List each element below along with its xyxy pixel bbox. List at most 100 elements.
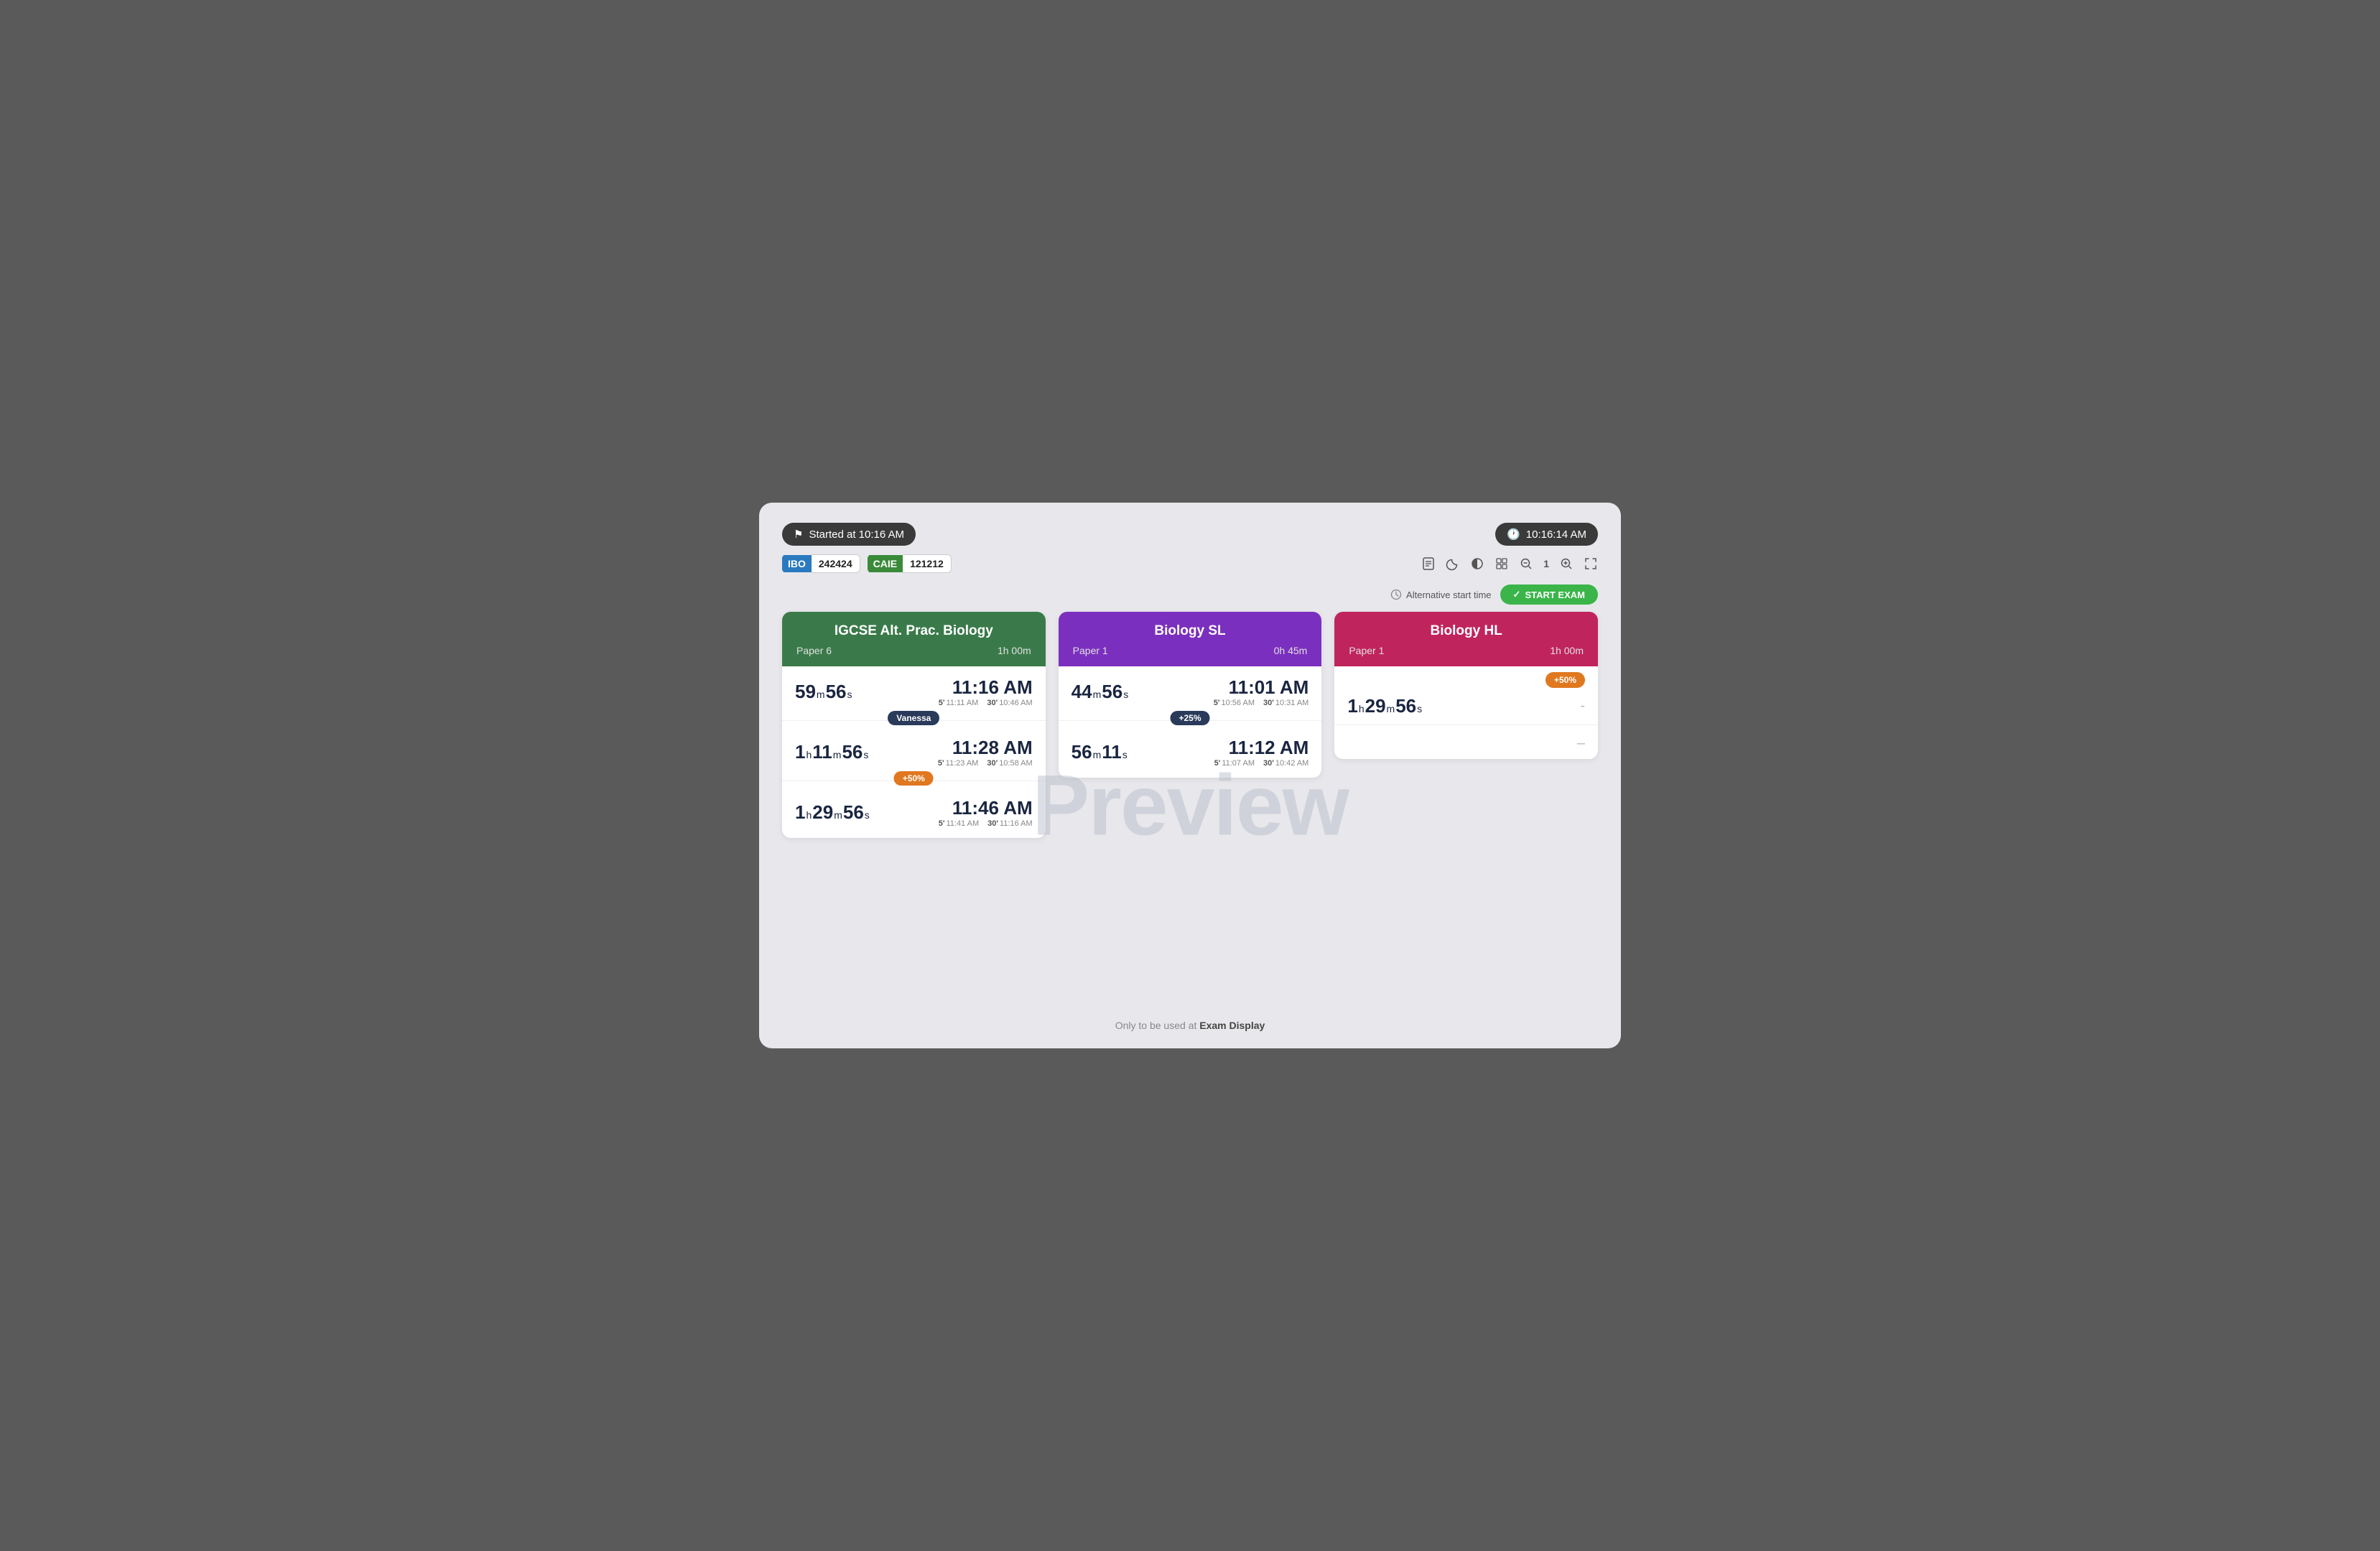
sl-t1-m: 44 <box>1072 681 1092 703</box>
alt-start-row: Alternative start time ✓ START EXAM <box>782 584 1598 605</box>
zoom-in-icon[interactable] <box>1559 556 1574 571</box>
hl-dash-1: - <box>1580 698 1585 714</box>
vanessa-badge: Vanessa <box>888 711 939 725</box>
sl-endtime-2: 11:12 AM <box>1214 737 1309 759</box>
zoom-level: 1 <box>1543 558 1549 569</box>
t1-sec: 56 <box>826 681 847 703</box>
hl-paper: Paper 1 <box>1349 645 1384 656</box>
igcse-card: IGCSE Alt. Prac. Biology Paper 6 1h 00m … <box>782 612 1046 838</box>
igcse-endtime-3: 11:46 AM <box>939 797 1033 819</box>
clock-label: 10:16:14 AM <box>1526 528 1586 541</box>
t3-s: 56 <box>843 801 864 824</box>
sl-row-2: +25% 56m 11s 11:12 AM 5'11:07 AM 30'10:4… <box>1059 721 1322 778</box>
sl-endsub-1: 5'10:56 AM 30'10:31 AM <box>1214 699 1309 707</box>
footer: Only to be used at Exam Display <box>782 998 1598 1031</box>
igcse-body: 59m 56s 11:16 AM 5'11:11 AM 30'10:46 AM … <box>782 666 1046 838</box>
igcse-endsub-2: 5'11:23 AM 30'10:58 AM <box>938 759 1033 768</box>
footer-brand: Exam Display <box>1199 1020 1265 1031</box>
footer-text: Only to be used at <box>1115 1020 1200 1031</box>
tags-row: IBO 242424 CAIE 121212 1 <box>782 554 1598 573</box>
igcse-endtime-2: 11:28 AM <box>938 737 1033 759</box>
igcse-endsub-3: 5'11:41 AM 30'11:16 AM <box>939 819 1033 828</box>
igcse-end-1: 11:16 AM 5'11:11 AM 30'10:46 AM <box>939 676 1033 707</box>
sl-time-1: 44m 56s <box>1072 681 1129 703</box>
alt-clock-icon <box>1390 589 1402 600</box>
plus50-badge-hl: +50% <box>1545 672 1585 688</box>
sl-duration: 0h 45m <box>1274 645 1308 656</box>
ibo-tag: IBO 242424 <box>782 554 860 573</box>
sl-end-2: 11:12 AM 5'11:07 AM 30'10:42 AM <box>1214 737 1309 768</box>
app-container: ⚑ Started at 10:16 AM 🕐 10:16:14 AM IBO … <box>759 503 1621 1048</box>
hl-title: Biology HL <box>1349 623 1584 639</box>
start-exam-label: START EXAM <box>1525 590 1585 600</box>
sl-t2-m: 56 <box>1072 741 1092 763</box>
hl-s: 56 <box>1395 695 1416 717</box>
toolbar-icons: 1 <box>1421 556 1598 571</box>
start-exam-icon: ✓ <box>1513 589 1521 600</box>
clock-icon: 🕐 <box>1507 528 1520 541</box>
t3-h: 1 <box>795 801 805 824</box>
biology-hl-card: Biology HL Paper 1 1h 00m +50% 1h 29m 56… <box>1334 612 1598 759</box>
caie-value: 121212 <box>903 554 952 573</box>
sl-paper: Paper 1 <box>1073 645 1108 656</box>
started-label: Started at 10:16 AM <box>809 528 904 541</box>
hl-dash-2: – <box>1577 735 1585 752</box>
t2-m: 11 <box>812 741 832 763</box>
igcse-paper: Paper 6 <box>796 645 832 656</box>
ibo-label: IBO <box>782 555 812 572</box>
sl-title: Biology SL <box>1073 623 1308 639</box>
notes-icon[interactable] <box>1421 556 1436 571</box>
plus25-badge: +25% <box>1170 711 1209 725</box>
moon-icon[interactable] <box>1446 556 1460 571</box>
sl-endtime-1: 11:01 AM <box>1214 676 1309 699</box>
igcse-row-3: +50% 1h 29m 56s 11:46 AM 5'11:41 AM 30'1… <box>782 781 1046 838</box>
sl-t1-s: 56 <box>1102 681 1122 703</box>
ibo-value: 242424 <box>812 554 860 573</box>
caie-label: CAIE <box>868 555 903 572</box>
sl-meta: Paper 1 0h 45m <box>1073 645 1308 661</box>
alt-start-text: Alternative start time <box>1406 590 1492 600</box>
igcse-duration: 1h 00m <box>998 645 1031 656</box>
t1-min: 59 <box>795 681 816 703</box>
fullscreen-icon[interactable] <box>1584 556 1598 571</box>
igcse-endtime-1: 11:16 AM <box>939 676 1033 699</box>
hl-time-main: 1h 29m 56s <box>1347 695 1422 717</box>
grid-icon[interactable] <box>1495 556 1509 571</box>
igcse-time-3: 1h 29m 56s <box>795 801 870 824</box>
start-exam-button[interactable]: ✓ START EXAM <box>1500 584 1598 605</box>
hl-body: +50% 1h 29m 56s - – <box>1334 666 1598 759</box>
sl-t2-s: 11 <box>1102 741 1122 763</box>
hl-duration: 1h 00m <box>1550 645 1584 656</box>
sl-time-2: 56m 11s <box>1072 741 1128 763</box>
caie-tag: CAIE 121212 <box>868 554 952 573</box>
sl-card-header: Biology SL Paper 1 0h 45m <box>1059 612 1322 666</box>
hl-meta: Paper 1 1h 00m <box>1349 645 1584 661</box>
igcse-end-3: 11:46 AM 5'11:41 AM 30'11:16 AM <box>939 797 1033 828</box>
tags-left: IBO 242424 CAIE 121212 <box>782 554 952 573</box>
igcse-meta: Paper 6 1h 00m <box>796 645 1031 661</box>
t2-h: 1 <box>795 741 805 763</box>
hl-badge-row: +50% <box>1334 666 1598 688</box>
zoom-out-icon[interactable] <box>1519 556 1533 571</box>
sl-end-1: 11:01 AM 5'10:56 AM 30'10:31 AM <box>1214 676 1309 707</box>
hl-time-row: 1h 29m 56s - <box>1334 688 1598 725</box>
hl-card-header: Biology HL Paper 1 1h 00m <box>1334 612 1598 666</box>
started-badge: ⚑ Started at 10:16 AM <box>782 523 916 546</box>
plus50-badge-igcse: +50% <box>894 771 934 786</box>
igcse-card-header: IGCSE Alt. Prac. Biology Paper 6 1h 00m <box>782 612 1046 666</box>
alt-start-label: Alternative start time <box>1390 589 1492 600</box>
biology-sl-card: Biology SL Paper 1 0h 45m 44m 56s 11:01 … <box>1059 612 1322 778</box>
igcse-title: IGCSE Alt. Prac. Biology <box>796 623 1031 639</box>
cards-row: IGCSE Alt. Prac. Biology Paper 6 1h 00m … <box>782 612 1598 838</box>
sl-endsub-2: 5'11:07 AM 30'10:42 AM <box>1214 759 1309 768</box>
hl-m: 29 <box>1365 695 1386 717</box>
clock-badge: 🕐 10:16:14 AM <box>1495 523 1598 546</box>
igcse-time-2: 1h 11m 56s <box>795 741 868 763</box>
igcse-endsub-1: 5'11:11 AM 30'10:46 AM <box>939 699 1033 707</box>
sl-body: 44m 56s 11:01 AM 5'10:56 AM 30'10:31 AM … <box>1059 666 1322 778</box>
contrast-icon[interactable] <box>1470 556 1484 571</box>
header-row: ⚑ Started at 10:16 AM 🕐 10:16:14 AM <box>782 523 1598 546</box>
igcse-time-1: 59m 56s <box>795 681 852 703</box>
t3-m: 29 <box>812 801 833 824</box>
hl-dash-row: – <box>1334 725 1598 759</box>
